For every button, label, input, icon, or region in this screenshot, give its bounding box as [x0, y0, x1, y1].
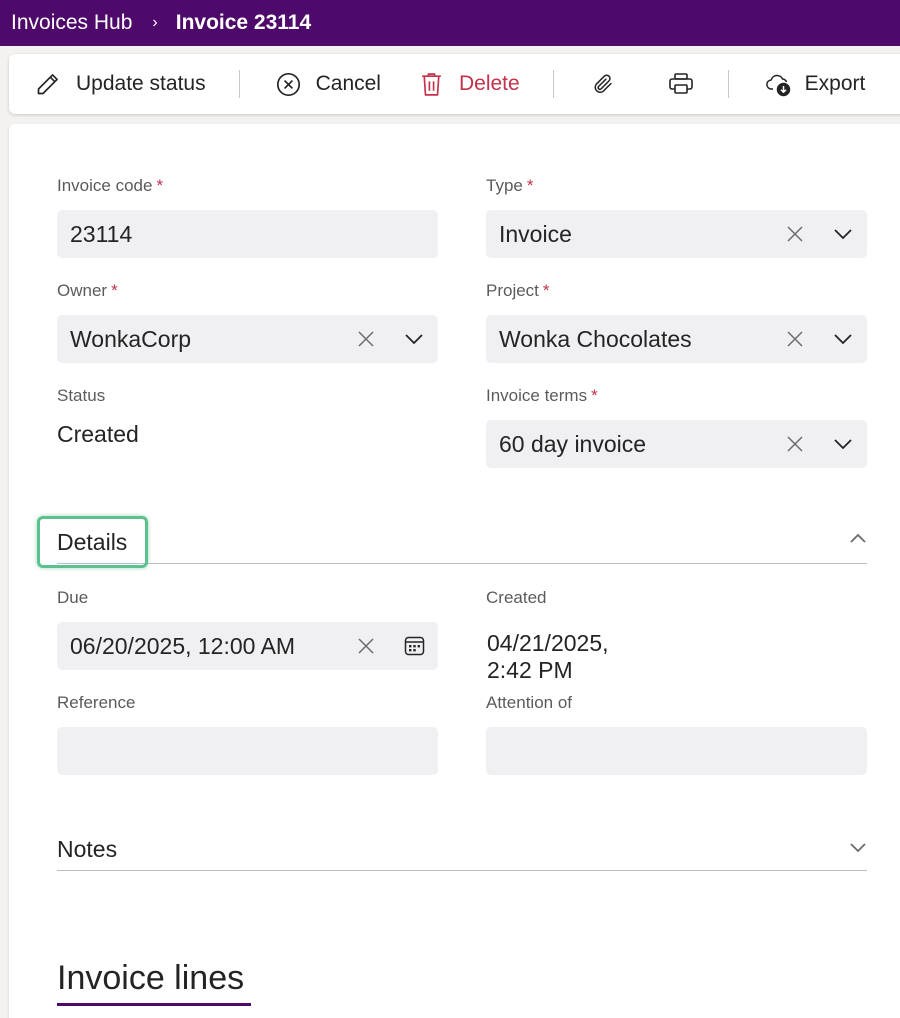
status-label: Status: [57, 386, 106, 405]
breadcrumb-separator-icon: ›: [152, 14, 158, 31]
details-title[interactable]: Details: [37, 516, 148, 568]
invoice-terms-label: Invoice terms *: [486, 386, 598, 405]
clear-icon[interactable]: [342, 622, 390, 670]
attention-of-field: Attention of: [486, 693, 867, 775]
type-select[interactable]: Invoice: [486, 210, 867, 258]
clear-icon[interactable]: [771, 420, 819, 468]
created-label: Created: [486, 588, 547, 607]
attach-button[interactable]: [592, 54, 616, 114]
top-bar: Invoices Hub › Invoice 23114: [0, 0, 900, 46]
chevron-down-icon[interactable]: [390, 315, 438, 363]
chevron-up-icon[interactable]: [849, 531, 867, 549]
project-label: Project *: [486, 281, 550, 300]
toolbar-divider: [238, 70, 240, 98]
owner-field: Owner * WonkaCorp: [57, 281, 438, 363]
cancel-circle-icon: [275, 71, 302, 98]
update-status-button[interactable]: Update status: [9, 54, 206, 114]
notes-title[interactable]: Notes: [57, 836, 117, 863]
clear-icon[interactable]: [771, 210, 819, 258]
paperclip-icon: [592, 71, 616, 97]
type-field: Type * Invoice: [486, 176, 867, 258]
notes-section-header[interactable]: Notes: [57, 824, 867, 871]
due-label: Due: [57, 588, 89, 607]
trash-icon: [419, 71, 444, 98]
cloud-download-icon: [765, 71, 792, 98]
project-field: Project * Wonka Chocolates: [486, 281, 867, 363]
calendar-icon[interactable]: [390, 622, 438, 670]
created-value: 04/21/2025, 2:42 PM: [487, 630, 609, 683]
breadcrumb-invoices-hub[interactable]: Invoices Hub: [11, 11, 132, 35]
reference-label: Reference: [57, 693, 136, 712]
reference-field: Reference: [57, 693, 438, 775]
invoice-terms-select[interactable]: 60 day invoice: [486, 420, 867, 468]
toolbar-divider: [552, 70, 554, 98]
invoice-lines-active-indicator: [57, 1003, 251, 1006]
invoice-code-field: Invoice code * 23114: [57, 176, 438, 258]
due-field: Due 06/20/2025, 12:00 AM: [57, 588, 438, 670]
chevron-down-icon[interactable]: [819, 315, 867, 363]
cancel-label: Cancel: [315, 72, 381, 95]
printer-icon: [668, 72, 694, 96]
clear-icon[interactable]: [342, 315, 390, 363]
due-date-input[interactable]: 06/20/2025, 12:00 AM: [57, 622, 438, 670]
update-status-label: Update status: [76, 72, 206, 95]
status-field: Status Created: [57, 386, 139, 447]
chevron-down-icon[interactable]: [849, 841, 867, 859]
clear-icon[interactable]: [771, 315, 819, 363]
delete-button[interactable]: Delete: [419, 54, 520, 114]
export-label: Export: [804, 72, 866, 95]
attention-of-input[interactable]: [486, 727, 867, 775]
project-select[interactable]: Wonka Chocolates: [486, 315, 867, 363]
invoice-code-label: Invoice code *: [57, 176, 164, 195]
export-button[interactable]: Export: [765, 54, 866, 114]
details-focus-highlight: [37, 516, 148, 568]
print-button[interactable]: [668, 54, 694, 114]
details-section-header[interactable]: Details: [37, 516, 867, 568]
breadcrumb-current-page: Invoice 23114: [175, 11, 312, 34]
owner-select[interactable]: WonkaCorp: [57, 315, 438, 363]
created-field: Created 04/21/2025, 2:42 PM: [486, 588, 609, 683]
chevron-down-icon[interactable]: [819, 210, 867, 258]
toolbar-divider: [727, 70, 729, 98]
command-toolbar: Update status Cancel Delete Export: [9, 54, 900, 114]
invoice-code-input[interactable]: 23114: [57, 210, 438, 258]
owner-label: Owner *: [57, 281, 118, 300]
invoice-lines-tab[interactable]: Invoice lines: [57, 959, 244, 998]
delete-label: Delete: [458, 72, 520, 95]
attention-of-label: Attention of: [486, 693, 573, 712]
invoice-terms-field: Invoice terms * 60 day invoice: [486, 386, 867, 468]
pencil-icon: [34, 71, 61, 98]
status-value: Created: [57, 421, 139, 447]
invoice-form-card: Invoice code * 23114 Type * Invoice Owner *…: [9, 124, 900, 1018]
cancel-button[interactable]: Cancel: [275, 54, 381, 114]
type-label: Type *: [486, 176, 534, 195]
chevron-down-icon[interactable]: [819, 420, 867, 468]
reference-input[interactable]: [57, 727, 438, 775]
